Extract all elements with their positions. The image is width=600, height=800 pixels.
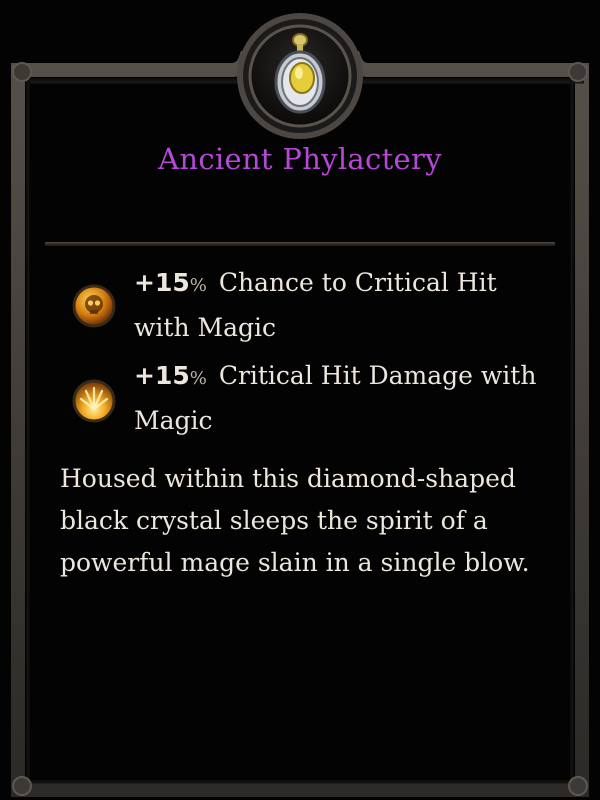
item-tooltip: Ancient Phylactery +15% Chance to Critic… <box>0 0 600 800</box>
header-divider <box>45 242 555 246</box>
stat-text: +15% Chance to Critical Hit with Magic <box>134 268 497 342</box>
amulet-icon <box>274 33 326 114</box>
burst-orb-icon <box>72 379 116 423</box>
stat-text: +15% Critical Hit Damage with Magic <box>134 361 537 435</box>
item-name: Ancient Phylactery <box>158 142 442 176</box>
item-description: Housed within this diamond-shaped black … <box>60 464 530 577</box>
skull-orb-icon <box>72 284 116 328</box>
